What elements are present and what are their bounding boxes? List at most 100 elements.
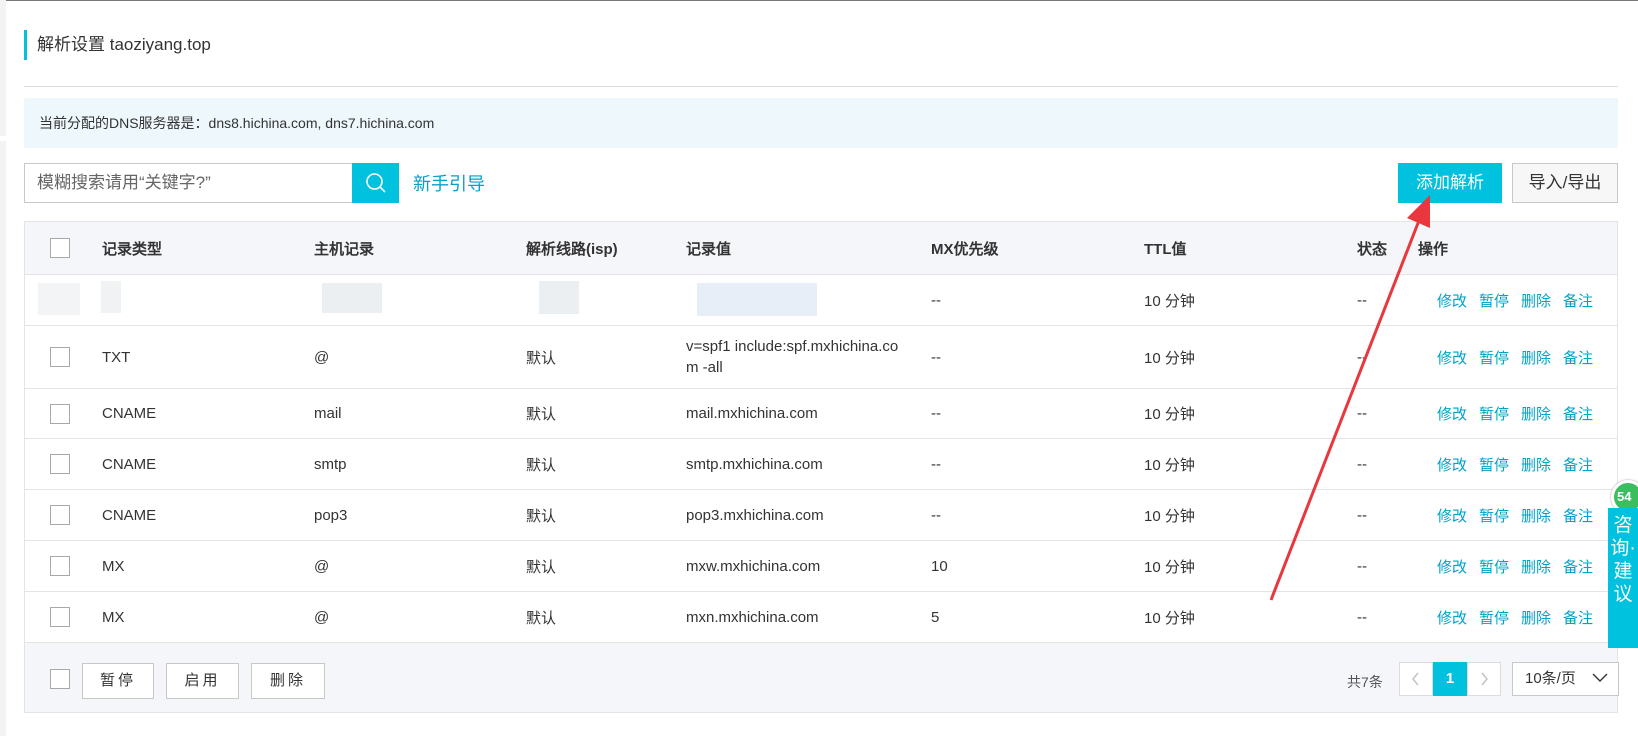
status: --: [1357, 557, 1367, 575]
line: 默认: [526, 456, 557, 474]
pause-link[interactable]: 暂停: [1479, 290, 1509, 311]
page-size-value: 10条/页: [1525, 670, 1576, 687]
feedback-widget[interactable]: 54 咨询·建议: [1605, 480, 1638, 648]
page-size-select[interactable]: 10条/页: [1512, 662, 1619, 696]
edit-link[interactable]: 修改: [1437, 403, 1467, 424]
header-value[interactable]: 记录值: [686, 222, 731, 274]
mx-priority: --: [931, 291, 941, 309]
search-input[interactable]: [24, 163, 353, 203]
row-checkbox[interactable]: [50, 607, 70, 627]
chevron-down-icon: [1592, 673, 1608, 682]
note-link[interactable]: 备注: [1563, 347, 1593, 368]
dns-server-notice: 当前分配的DNS服务器是：dns8.hichina.com, dns7.hich…: [24, 98, 1618, 148]
row-checkbox[interactable]: [50, 454, 70, 474]
prev-page-button[interactable]: [1399, 662, 1433, 696]
title-divider: [24, 86, 1618, 87]
pause-link[interactable]: 暂停: [1479, 347, 1509, 368]
page-1-button[interactable]: 1: [1433, 662, 1467, 696]
host: smtp: [314, 455, 347, 473]
row-checkbox[interactable]: [50, 347, 70, 367]
add-record-button[interactable]: 添加解析: [1398, 163, 1502, 203]
masked-host: [322, 283, 382, 313]
ttl: 10 分钟: [1144, 456, 1195, 474]
host: pop3: [314, 506, 348, 524]
delete-link[interactable]: 删除: [1521, 556, 1551, 577]
window-top-border: [0, 0, 1638, 1]
note-link[interactable]: 备注: [1563, 454, 1593, 475]
next-page-button[interactable]: [1467, 662, 1501, 696]
edit-link[interactable]: 修改: [1437, 290, 1467, 311]
masked-value: [697, 283, 817, 316]
feedback-tab[interactable]: 咨询·建议: [1608, 508, 1638, 648]
row-checkbox[interactable]: [50, 505, 70, 525]
page-title: 解析设置 taoziyang.top: [24, 30, 211, 60]
table-row: CNAME smtp 默认 smtp.mxhichina.com -- 10 分…: [25, 439, 1617, 490]
line: 默认: [526, 609, 557, 627]
header-host[interactable]: 主机记录: [314, 222, 374, 274]
row-checkbox[interactable]: [50, 556, 70, 576]
line: 默认: [526, 558, 557, 576]
note-link[interactable]: 备注: [1563, 505, 1593, 526]
mx-priority: --: [931, 506, 941, 524]
header-status: 状态: [1357, 240, 1388, 258]
note-link[interactable]: 备注: [1563, 556, 1593, 577]
value-cell: v=spf1 include:spf.mxhichina.com -all: [686, 326, 908, 388]
delete-link[interactable]: 删除: [1521, 607, 1551, 628]
select-all-checkbox[interactable]: [50, 238, 70, 258]
header-line[interactable]: 解析线路(isp): [526, 222, 618, 274]
header-ttl[interactable]: TTL值: [1144, 222, 1187, 274]
table-row: MX @ 默认 mxw.mxhichina.com 10 10 分钟 -- 修改…: [25, 541, 1617, 592]
note-link[interactable]: 备注: [1563, 403, 1593, 424]
table-row: -- 10 分钟 -- 修改 暂停 删除 备注: [25, 275, 1617, 326]
header-record-type[interactable]: 记录类型: [102, 222, 162, 274]
delete-link[interactable]: 删除: [1521, 454, 1551, 475]
search-button[interactable]: [352, 163, 399, 203]
batch-enable-button[interactable]: 启用: [166, 663, 239, 699]
ttl: 10 分钟: [1144, 507, 1195, 525]
table-header: 记录类型 主机记录 解析线路(isp) 记录值 MX优先级 TTL值 状态 操作: [25, 222, 1617, 275]
delete-link[interactable]: 删除: [1521, 505, 1551, 526]
masked-line: [539, 281, 579, 314]
host: @: [314, 608, 330, 626]
record-value: mail.mxhichina.com: [686, 405, 818, 422]
pause-link[interactable]: 暂停: [1479, 403, 1509, 424]
edit-link[interactable]: 修改: [1437, 607, 1467, 628]
delete-link[interactable]: 删除: [1521, 290, 1551, 311]
footer-select-all-checkbox[interactable]: [50, 669, 70, 689]
pause-link[interactable]: 暂停: [1479, 454, 1509, 475]
pause-link[interactable]: 暂停: [1479, 556, 1509, 577]
row-actions: 修改 暂停 删除 备注: [1437, 275, 1593, 325]
host: @: [314, 348, 330, 366]
record-value: pop3.mxhichina.com: [686, 506, 824, 524]
delete-link[interactable]: 删除: [1521, 347, 1551, 368]
record-value: mxn.mxhichina.com: [686, 608, 819, 626]
record-value: mxw.mxhichina.com: [686, 557, 821, 575]
record-type: CNAME: [102, 506, 157, 524]
pause-link[interactable]: 暂停: [1479, 505, 1509, 526]
edit-link[interactable]: 修改: [1437, 556, 1467, 577]
beginner-guide-link[interactable]: 新手引导: [413, 170, 485, 196]
edit-link[interactable]: 修改: [1437, 347, 1467, 368]
row-checkbox[interactable]: [50, 404, 70, 424]
header-actions: 操作: [1418, 240, 1449, 258]
status: --: [1357, 506, 1367, 524]
edit-link[interactable]: 修改: [1437, 454, 1467, 475]
header-mx-priority[interactable]: MX优先级: [931, 222, 999, 274]
note-link[interactable]: 备注: [1563, 290, 1593, 311]
pause-link[interactable]: 暂停: [1479, 607, 1509, 628]
record-type: TXT: [102, 348, 131, 366]
masked-checkbox: [38, 283, 80, 315]
edit-link[interactable]: 修改: [1437, 505, 1467, 526]
delete-link[interactable]: 删除: [1521, 403, 1551, 424]
batch-pause-button[interactable]: 暂停: [82, 663, 154, 699]
note-link[interactable]: 备注: [1563, 607, 1593, 628]
chevron-left-icon: [1412, 672, 1419, 686]
table-row: CNAME mail 默认 mail.mxhichina.com -- 10 分…: [25, 389, 1617, 439]
masked-record-type: [101, 281, 121, 313]
line: 默认: [526, 406, 557, 423]
total-count: 共7条: [1347, 674, 1383, 690]
mx-priority: --: [931, 405, 941, 422]
batch-delete-button[interactable]: 删除: [251, 663, 325, 699]
import-export-button[interactable]: 导入/导出: [1512, 163, 1618, 203]
line: 默认: [526, 349, 557, 367]
